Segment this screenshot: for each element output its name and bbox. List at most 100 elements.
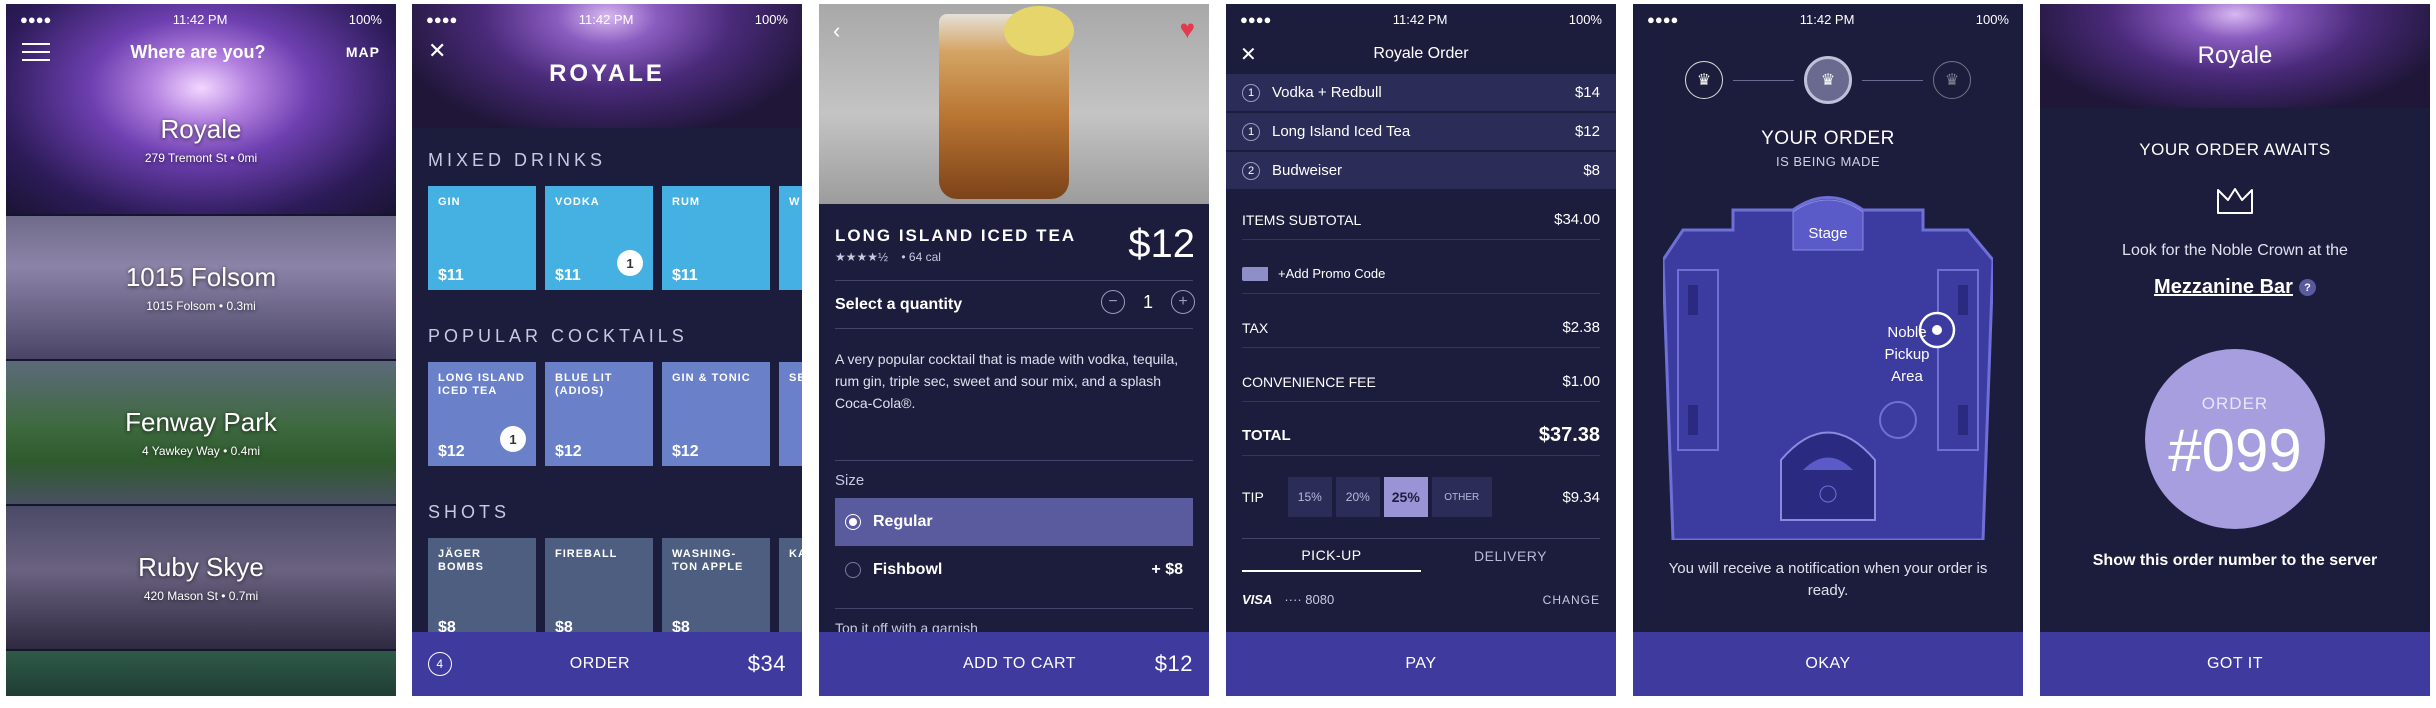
quantity-badge: 1 (617, 250, 643, 276)
order-item-row[interactable]: 1 Vodka + Redbull $14 (1226, 74, 1616, 112)
add-to-cart-button[interactable]: ADD TO CART $12 (819, 632, 1209, 696)
venue-card-folsom[interactable]: 1015 Folsom 1015 Folsom • 0.3mi (6, 216, 396, 359)
order-ready-screen: Royale YOUR ORDER AWAITS Look for the No… (2040, 4, 2430, 696)
tab-delivery[interactable]: DELIVERY (1421, 539, 1600, 572)
size-option-fishbowl[interactable]: Fishbowl + $8 (835, 546, 1193, 594)
change-card-link[interactable]: CHANGE (1543, 593, 1600, 607)
page-title: Royale Order (1373, 45, 1469, 62)
tip-other-button[interactable]: OTHER (1431, 477, 1492, 517)
help-icon[interactable]: ? (2298, 279, 2316, 296)
crown-step-icon: ♛ (1685, 61, 1723, 99)
order-number-badge: ORDER #099 (2145, 349, 2325, 529)
status-time: 11:42 PM (1799, 11, 1855, 27)
tab-pickup[interactable]: PICK-UP (1242, 539, 1421, 572)
drink-tile[interactable]: BLUE LIT (ADIOS) $12 (545, 362, 653, 466)
drink-tile[interactable]: GIN & TONIC $12 (662, 362, 770, 466)
venue-card-fenway[interactable]: Fenway Park 4 Yawkey Way • 0.4mi (6, 361, 396, 504)
drink-detail-screen: ‹ ♥ LONG ISLAND ICED TEA ★★★★½ • 64 cal … (819, 4, 1209, 696)
category-shots: SHOTS (428, 502, 511, 522)
got-it-button[interactable]: GOT IT (2040, 632, 2430, 696)
drink-tile[interactable]: KA (779, 538, 802, 642)
promo-code-row[interactable]: +Add Promo Code (1242, 254, 1600, 294)
fee-row: CONVENIENCE FEE $1.00 (1242, 362, 1600, 402)
drink-tile[interactable]: JÄGER BOMBS $8 (428, 538, 536, 642)
drink-price: $12 (555, 443, 582, 460)
tip-20-button[interactable]: 20% (1335, 477, 1380, 517)
venue-select-screen: ●●●● 11:42 PM 100% Royale 279 Tremont St… (6, 4, 396, 696)
fee-value: $1.00 (1562, 373, 1600, 390)
drink-tile[interactable]: GIN $11 (428, 186, 536, 290)
item-price: $8 (1583, 162, 1600, 179)
drink-tile[interactable]: SE BE (779, 362, 802, 466)
status-bar: ●●●● 11:42 PM 100% (1633, 4, 2023, 34)
quantity-value: 1 (1142, 291, 1153, 312)
drink-name: BLUE LIT (ADIOS) (555, 372, 613, 397)
map-button[interactable]: MAP (346, 44, 380, 60)
drink-tile[interactable]: FIREBALL $8 (545, 538, 653, 642)
drink-tile[interactable]: LONG ISLAND ICED TEA $12 1 (428, 362, 536, 466)
drink-tile[interactable]: VODKA $11 1 (545, 186, 653, 290)
drink-price: $12 (438, 443, 465, 460)
order-progress-screen: ●●●● 11:42 PM 100% ♛ ♛ ♛ YOUR ORDER IS B… (1633, 4, 2023, 696)
look-for-text: Look for the Noble Crown at the (2122, 242, 2348, 259)
tiles-shots: JÄGER BOMBS $8 FIREBALL $8 WASHING-TON APP… (428, 538, 802, 642)
size-option-regular[interactable]: Regular (835, 498, 1193, 546)
rating-stars: ★★★★½ (835, 250, 889, 264)
order-item-row[interactable]: 1 Long Island Iced Tea $12 (1226, 113, 1616, 151)
signal-icon: ●●●● (20, 11, 52, 27)
category-popular-cocktails: POPULAR COCKTAILS (428, 326, 688, 346)
tip-25-button[interactable]: 25% (1383, 477, 1428, 517)
drink-tile[interactable]: W (779, 186, 802, 290)
subtotal-value: $34.00 (1554, 211, 1600, 228)
venue-address: 279 Tremont St • 0mi (144, 150, 258, 165)
total-value: $37.38 (1538, 424, 1600, 446)
plus-icon[interactable]: + (1171, 290, 1195, 314)
divider (835, 280, 1193, 281)
drink-name: W (789, 196, 801, 208)
location-link[interactable]: Mezzanine Bar (2154, 276, 2293, 299)
venue-card-partial[interactable] (6, 651, 396, 696)
drink-photo (819, 4, 1209, 204)
signal-icon: ●●●● (1647, 11, 1679, 27)
ready-title: YOUR ORDER AWAITS (2139, 140, 2331, 159)
okay-button[interactable]: OKAY (1633, 632, 2023, 696)
order-item-row[interactable]: 2 Budweiser $8 (1226, 152, 1616, 190)
status-title: YOUR ORDER (1761, 128, 1895, 149)
quantity-badge: 1 (500, 426, 526, 452)
battery-level: 100% (1975, 11, 2009, 27)
total-row: TOTAL $37.38 (1242, 416, 1600, 456)
tip-15-button[interactable]: 15% (1287, 477, 1332, 517)
divider (835, 328, 1193, 329)
top-nav: Where are you? MAP (6, 34, 396, 70)
hamburger-menu-icon[interactable] (22, 43, 50, 61)
back-chevron-icon[interactable]: ‹ (833, 18, 840, 44)
drink-name: VODKA (555, 196, 600, 208)
venue-name: Royale (160, 113, 242, 144)
divider (835, 608, 1193, 609)
top-bar: ✕ Royale Order (1226, 34, 1616, 74)
tax-value: $2.38 (1562, 319, 1600, 336)
heart-icon[interactable]: ♥ (1180, 14, 1195, 45)
battery-level: 100% (348, 11, 382, 27)
order-label: ORDER (2201, 393, 2269, 413)
option-label: Fishbowl (873, 561, 943, 578)
close-icon[interactable]: ✕ (1240, 42, 1257, 67)
okay-label: OKAY (1805, 655, 1851, 672)
cart-count-badge: 4 (428, 652, 452, 676)
crown-step-pending-icon: ♛ (1933, 61, 1971, 99)
item-name: Budweiser (1272, 162, 1343, 179)
drink-price: $12 (1128, 222, 1195, 266)
calories: • 64 cal (901, 250, 941, 264)
drink-tile[interactable]: RUM $11 (662, 186, 770, 290)
venue-name: 1015 Folsom (125, 262, 277, 292)
promo-code-link: +Add Promo Code (1278, 266, 1386, 281)
pay-button[interactable]: PAY (1226, 632, 1616, 696)
minus-icon[interactable]: − (1100, 290, 1125, 314)
drink-name: GIN (438, 196, 461, 208)
status-time: 11:42 PM (172, 11, 228, 27)
order-bar[interactable]: 4 ORDER $34 (412, 632, 802, 696)
status-bar: ●●●● 11:42 PM 100% (412, 4, 802, 34)
drink-tile[interactable]: WASHING-TON APPLE $8 (662, 538, 770, 642)
item-name: Long Island Iced Tea (1272, 123, 1411, 140)
venue-card-ruby-skye[interactable]: Ruby Skye 420 Mason St • 0.7mi (6, 506, 396, 649)
